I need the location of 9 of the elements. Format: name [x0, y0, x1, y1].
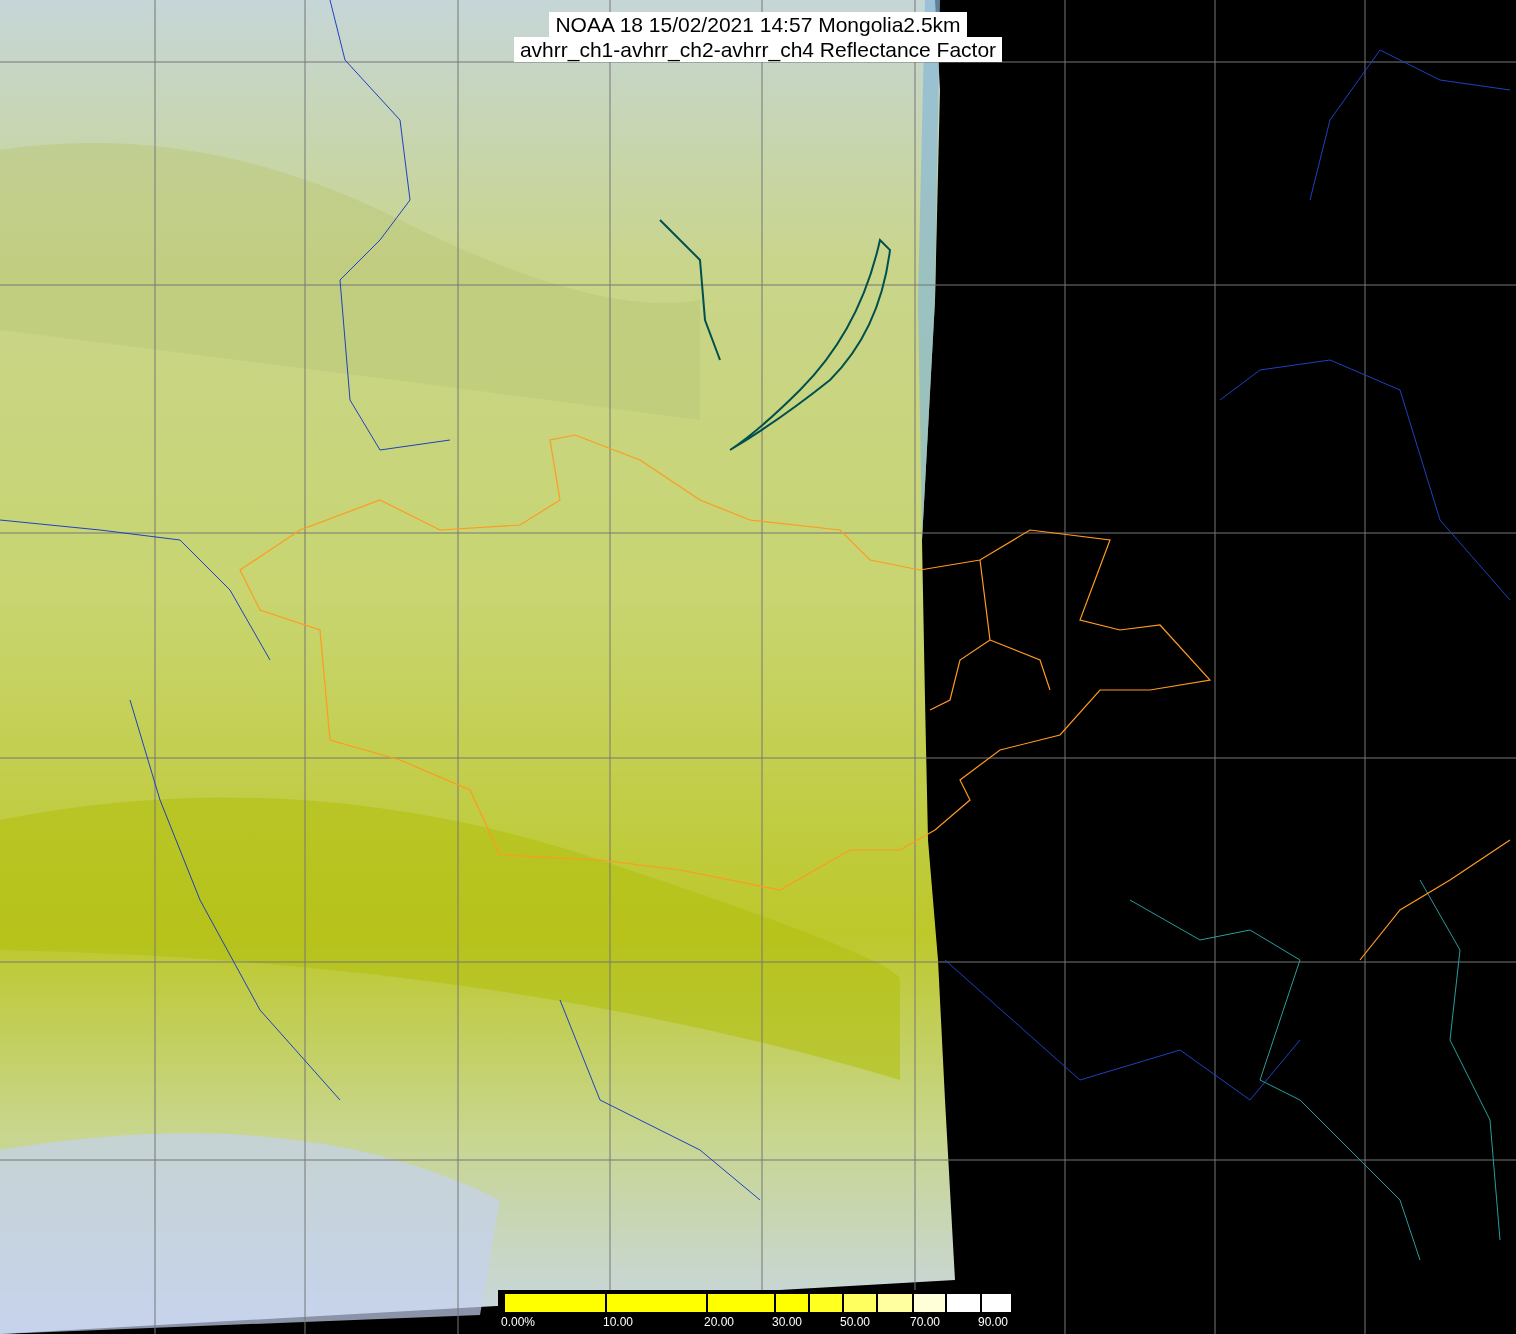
- colorbar-tick-label: 20.00: [704, 1315, 735, 1329]
- map-title: avhrr_ch1-avhrr_ch2-avhrr_ch4 Reflectance Factor: [513, 37, 1003, 62]
- colorbar-tick-label: 70.00: [910, 1315, 941, 1329]
- colorbar-tick-label: 10.00: [603, 1315, 634, 1329]
- colorbar-tick-label: 0.00%: [501, 1315, 536, 1329]
- map-title: NOAA 18 15/02/2021 14:57 Mongolia2.5km: [549, 12, 967, 37]
- colorbar-tick-label: 50.00: [840, 1315, 871, 1329]
- colorbar-tick-label: 30.00: [772, 1315, 803, 1329]
- colorbar-tick-label: 90.00: [978, 1315, 1009, 1329]
